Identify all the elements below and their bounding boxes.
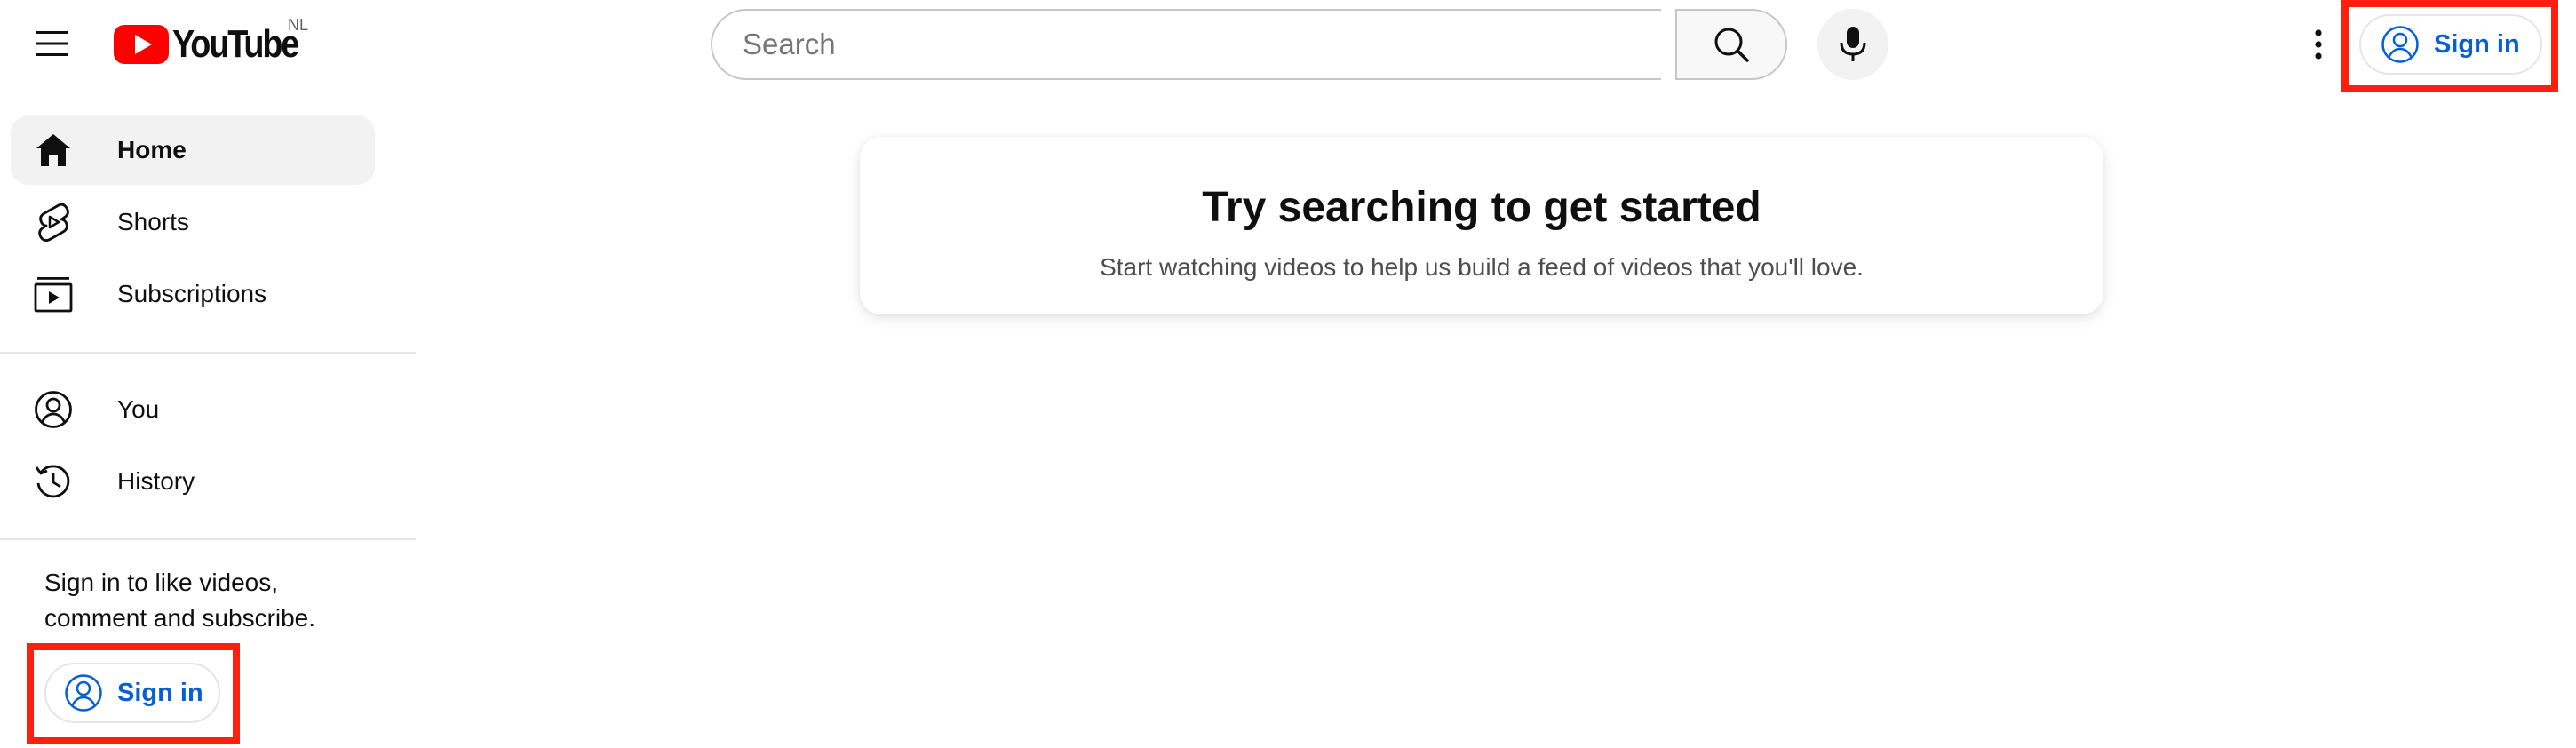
sidebar-divider (0, 538, 416, 540)
header-sign-in-button[interactable]: Sign in (2359, 14, 2542, 75)
search-icon (1714, 28, 1749, 62)
menu-button[interactable] (21, 20, 83, 68)
microphone-icon (1840, 27, 1866, 61)
hamburger-menu-icon (36, 31, 68, 56)
country-code: NL (288, 16, 309, 34)
subscriptions-icon (32, 273, 75, 315)
sidebar-item-you[interactable]: You (11, 375, 375, 444)
sidebar-sign-in-button[interactable]: Sign in (44, 663, 220, 723)
shorts-icon (32, 201, 75, 243)
sidebar-item-history[interactable]: History (11, 447, 375, 516)
header-sign-in-label: Sign in (2434, 29, 2520, 59)
account-circle-icon (65, 674, 102, 712)
sidebar-divider (0, 352, 416, 354)
sidebar-item-subscriptions[interactable]: Subscriptions (11, 259, 375, 329)
empty-feed-title: Try searching to get started (1202, 184, 1761, 231)
voice-search-button[interactable] (1817, 9, 1888, 80)
sidebar-item-shorts[interactable]: Shorts (11, 187, 375, 257)
sidebar-item-label: Subscriptions (117, 280, 267, 307)
home-icon (32, 129, 75, 171)
logo-text: YouTube (172, 22, 299, 66)
youtube-logo[interactable]: YouTube NL (114, 16, 318, 71)
sidebar-item-label: Home (117, 136, 187, 163)
search-box[interactable] (711, 9, 1661, 80)
more-vertical-icon (2315, 29, 2322, 60)
empty-feed-subtitle: Start watching videos to help us build a… (1100, 253, 1864, 281)
empty-feed-card: Try searching to get started Start watch… (860, 137, 2103, 314)
search-input[interactable] (741, 27, 1661, 62)
sidebar-sign-in-label: Sign in (117, 678, 203, 707)
sidebar-item-home[interactable]: Home (11, 115, 375, 185)
youtube-play-icon (114, 25, 169, 64)
account-circle-icon (2381, 26, 2419, 63)
search-button[interactable] (1675, 9, 1787, 80)
settings-menu-button[interactable] (2297, 18, 2340, 71)
signin-prompt-text: Sign in to like videos, comment and subs… (44, 569, 316, 632)
sidebar-item-label: History (117, 467, 195, 495)
account-circle-icon (32, 388, 75, 431)
history-icon (32, 460, 75, 503)
sidebar-item-label: Shorts (117, 208, 189, 235)
sidebar-item-label: You (117, 395, 160, 423)
